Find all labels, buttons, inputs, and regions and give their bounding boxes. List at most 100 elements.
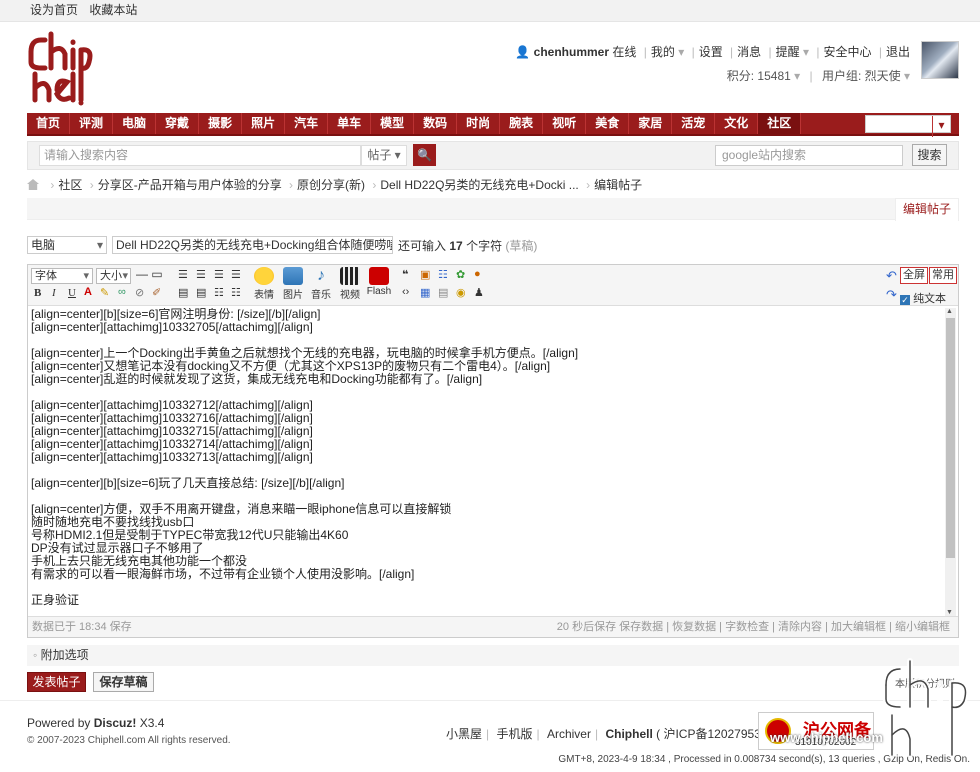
- fullscreen-button[interactable]: 全屏: [900, 267, 928, 284]
- scroll-up-icon[interactable]: ▲: [946, 308, 953, 315]
- link-icon[interactable]: ∞: [118, 286, 126, 298]
- scroll-thumb[interactable]: [946, 318, 955, 558]
- nav-item[interactable]: 评测: [70, 113, 114, 134]
- set-home-link[interactable]: 设为首页: [30, 3, 78, 17]
- bg-icon[interactable]: ◉: [456, 286, 466, 299]
- breadcrumb-item[interactable]: 社区: [58, 178, 82, 192]
- google-search-input[interactable]: google站内搜索: [715, 145, 903, 166]
- redo-icon[interactable]: ↷: [886, 287, 897, 303]
- online-status[interactable]: 在线: [612, 45, 636, 59]
- font-color-icon[interactable]: A: [84, 286, 92, 298]
- table-icon[interactable]: ☷: [438, 268, 448, 281]
- ordered-list-icon[interactable]: ☷: [214, 286, 224, 299]
- bold-icon[interactable]: B: [34, 287, 41, 299]
- messages-link[interactable]: 消息: [737, 45, 761, 59]
- nav-item[interactable]: 穿戴: [156, 113, 200, 134]
- nav-item[interactable]: 文化: [715, 113, 759, 134]
- favorite-link[interactable]: 收藏本站: [89, 3, 137, 17]
- unordered-list-icon[interactable]: ☷: [231, 286, 241, 299]
- category-select[interactable]: 电脑: [27, 236, 107, 254]
- hide-icon[interactable]: ▣: [420, 268, 430, 281]
- footer-link[interactable]: Archiver: [547, 727, 591, 741]
- format-brush-icon[interactable]: ✐: [152, 286, 161, 299]
- nav-item[interactable]: 汽车: [285, 113, 329, 134]
- editor-scrollbar[interactable]: ▲ ▼: [945, 308, 956, 616]
- unlink-icon[interactable]: ⊘: [135, 286, 144, 299]
- breadcrumb-item[interactable]: Dell HD22Q另类的无线充电+Docki ...: [380, 178, 578, 192]
- search-type-select[interactable]: 帖子 ▾: [361, 145, 407, 166]
- notify-link[interactable]: 提醒: [776, 45, 800, 59]
- align-left-icon[interactable]: ☰: [178, 268, 188, 281]
- search-input[interactable]: 请输入搜索内容: [39, 145, 361, 166]
- avatar[interactable]: [921, 41, 959, 79]
- title-input[interactable]: Dell HD22Q另类的无线充电+Docking组合体随便唠嗑下: [112, 236, 393, 254]
- align-center-icon[interactable]: ☰: [196, 268, 206, 281]
- user-group-link[interactable]: 用户组: 烈天使: [822, 69, 901, 83]
- italic-icon[interactable]: I: [52, 287, 56, 299]
- save-draft-button[interactable]: 保存草稿: [93, 672, 154, 692]
- nav-item[interactable]: 摄影: [199, 113, 243, 134]
- plain-text-toggle[interactable]: ✓ 纯文本: [900, 290, 946, 306]
- nav-item[interactable]: 数码: [414, 113, 458, 134]
- background-color-icon[interactable]: ✎: [100, 286, 109, 299]
- breadcrumb-item[interactable]: 原创分享(新): [297, 178, 365, 192]
- footer-link[interactable]: 小黑屋: [446, 727, 482, 741]
- page-icon[interactable]: ▤: [438, 286, 448, 299]
- video-button[interactable]: 视频: [335, 267, 365, 301]
- search-icon[interactable]: 🔍: [413, 144, 436, 166]
- emoticon-button[interactable]: 表情: [249, 267, 279, 301]
- nav-item[interactable]: 首页: [27, 113, 71, 134]
- tab-edit-post[interactable]: 编辑帖子: [894, 198, 959, 221]
- points-link[interactable]: 积分: 15481: [727, 69, 791, 83]
- draft-link[interactable]: (草稿): [505, 239, 537, 253]
- nav-item[interactable]: 腕表: [500, 113, 544, 134]
- my-menu[interactable]: 我的: [651, 45, 675, 59]
- breadcrumb-item[interactable]: 分享区-产品开箱与用户体验的分享: [98, 178, 282, 192]
- font-select[interactable]: 字体 ▾: [31, 268, 93, 284]
- underline-icon[interactable]: U: [68, 287, 76, 299]
- home-icon[interactable]: [27, 179, 39, 190]
- google-search-button[interactable]: 搜索: [912, 144, 947, 166]
- float-left-icon[interactable]: ▤: [178, 286, 188, 299]
- logout-link[interactable]: 退出: [886, 45, 910, 59]
- nav-item[interactable]: 单车: [328, 113, 372, 134]
- discuz-link[interactable]: Discuz!: [94, 716, 137, 730]
- align-justify-icon[interactable]: ☰: [231, 268, 241, 281]
- size-select[interactable]: 大小 ▾: [96, 268, 131, 284]
- nav-item[interactable]: 视听: [543, 113, 587, 134]
- username-link[interactable]: chenhummer: [534, 45, 609, 59]
- hr-icon[interactable]: — ▭: [136, 267, 163, 281]
- submit-post-button[interactable]: 发表帖子: [27, 672, 86, 692]
- nav-item-community[interactable]: 社区: [758, 113, 802, 134]
- password-icon[interactable]: ●: [474, 268, 481, 280]
- flash-button[interactable]: Flash: [364, 267, 394, 297]
- scroll-down-icon[interactable]: ▼: [946, 609, 953, 616]
- nav-item[interactable]: 电脑: [113, 113, 157, 134]
- quote-icon[interactable]: ❝: [402, 268, 408, 281]
- security-link[interactable]: 安全中心: [824, 45, 872, 59]
- nav-item[interactable]: 时尚: [457, 113, 501, 134]
- nav-item[interactable]: 照片: [242, 113, 286, 134]
- undo-icon[interactable]: ↶: [886, 268, 897, 284]
- nav-item[interactable]: 家居: [629, 113, 673, 134]
- settings-link[interactable]: 设置: [699, 45, 723, 59]
- code-icon[interactable]: ‹›: [402, 286, 409, 298]
- image-button[interactable]: 图片: [278, 267, 308, 301]
- quick-nav-button[interactable]: 快捷导航 ▾: [865, 115, 951, 137]
- footer-link[interactable]: 手机版: [496, 727, 532, 741]
- user-tag-icon[interactable]: ♟: [474, 286, 484, 299]
- common-button[interactable]: 常用: [929, 267, 957, 284]
- attach-options[interactable]: ◦ 附加选项: [27, 645, 959, 666]
- chiphell-logo[interactable]: [27, 30, 93, 106]
- content-textarea[interactable]: [align=center][b][size=6]官网注明身份: [/size]…: [31, 308, 941, 616]
- attach-icon[interactable]: ▦: [420, 286, 430, 299]
- float-right-icon[interactable]: ▤: [196, 286, 206, 299]
- music-button[interactable]: ♪ 音乐: [306, 267, 336, 301]
- nav-item[interactable]: 活宠: [672, 113, 716, 134]
- footer-link[interactable]: Chiphell: [605, 727, 652, 741]
- align-right-icon[interactable]: ☰: [214, 268, 224, 281]
- nav-item[interactable]: 模型: [371, 113, 415, 134]
- free-icon[interactable]: ✿: [456, 268, 465, 281]
- nav-item[interactable]: 美食: [586, 113, 630, 134]
- editor-actions[interactable]: 20 秒后保存 保存数据 | 恢复数据 | 字数检查 | 清除内容 | 加大编辑…: [557, 617, 950, 637]
